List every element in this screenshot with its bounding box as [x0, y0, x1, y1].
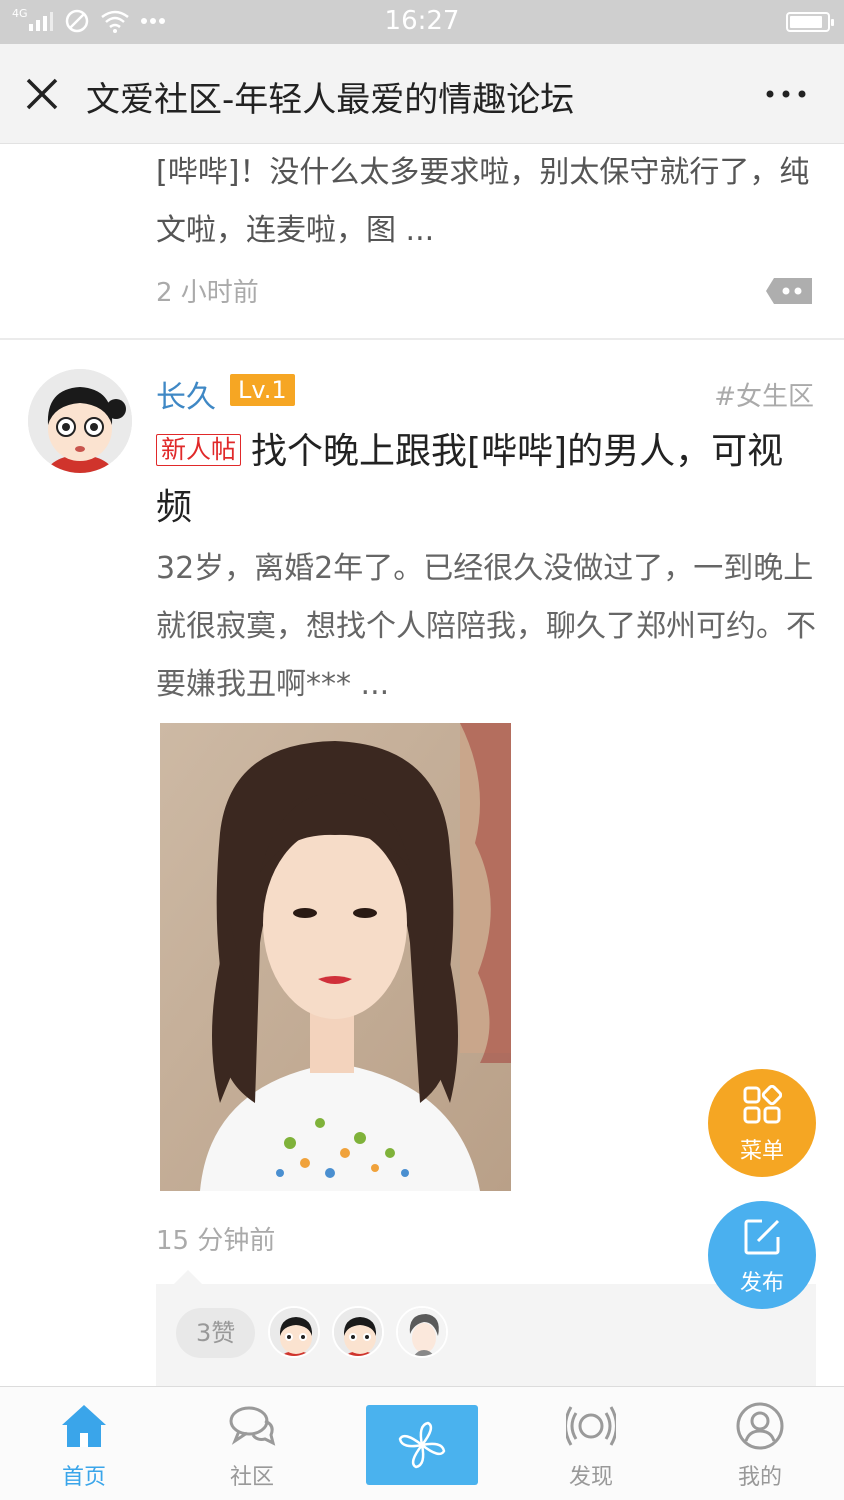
- post-title-text: 找个晚上跟我[哔哔]的男人，可视频: [156, 431, 784, 528]
- publish-label: 发布: [739, 1271, 784, 1296]
- liker-avatar[interactable]: [332, 1306, 384, 1358]
- new-post-badge: 新人帖: [156, 434, 242, 466]
- nav-bar: 文爱社区-年轻人最爱的情趣论坛: [0, 44, 844, 144]
- pinwheel-icon: [398, 1421, 446, 1469]
- forum-tag[interactable]: #女生区: [714, 376, 814, 413]
- tab-center-action[interactable]: [366, 1405, 478, 1485]
- status-time: 16:27: [384, 6, 460, 36]
- liker-avatar[interactable]: [396, 1306, 448, 1358]
- post-excerpt[interactable]: 32岁，离婚2年了。已经很久没做过了，一到晚上就很寂寞，想找个人陪陪我，聊久了郑…: [156, 540, 816, 714]
- post-divider: [0, 338, 844, 340]
- battery-icon: [786, 12, 834, 32]
- bottom-tab-bar: 首页 社区 发现 我的: [0, 1386, 844, 1500]
- tab-label: 首页: [61, 1465, 106, 1490]
- likes-pointer: [174, 1270, 202, 1284]
- cartoon-avatar-icon: [270, 1308, 318, 1356]
- battery-level: [790, 16, 823, 28]
- liker-avatar[interactable]: [268, 1306, 320, 1358]
- menu-label: 菜单: [739, 1139, 784, 1164]
- avatar[interactable]: [28, 369, 132, 473]
- tab-label: 社区: [229, 1465, 274, 1490]
- tab-label: 我的: [737, 1465, 782, 1490]
- tab-label: 发现: [568, 1465, 613, 1490]
- post-title[interactable]: 新人帖 找个晚上跟我[哔哔]的男人，可视频: [156, 424, 816, 536]
- profile-icon: [736, 1402, 784, 1450]
- level-badge: Lv.1: [230, 374, 295, 406]
- more-options-icon[interactable]: [764, 82, 808, 106]
- grid-menu-icon: [743, 1085, 782, 1124]
- publish-button[interactable]: 发布: [708, 1201, 816, 1309]
- cartoon-avatar-icon: [28, 369, 132, 473]
- previous-post-time: 2 小时前: [156, 278, 259, 308]
- username[interactable]: 长久: [156, 372, 216, 416]
- comment-icon[interactable]: [764, 276, 814, 306]
- home-icon: [62, 1405, 106, 1447]
- edit-icon: [744, 1219, 780, 1255]
- page-title: 文爱社区-年轻人最爱的情趣论坛: [86, 80, 575, 120]
- post-feed[interactable]: [哔哔]！没什么太多要求啦，别太保守就行了，纯文啦，连麦啦，图 ... 2 小时…: [0, 144, 844, 1386]
- menu-button[interactable]: 菜单: [708, 1069, 816, 1177]
- previous-post-excerpt[interactable]: [哔哔]！没什么太多要求啦，别太保守就行了，纯文啦，连麦啦，图 ...: [156, 144, 816, 260]
- tab-community[interactable]: 社区: [168, 1387, 336, 1500]
- status-bar: 4G 16:27: [0, 0, 844, 44]
- tab-home[interactable]: 首页: [0, 1387, 168, 1500]
- broadcast-icon: [566, 1406, 616, 1446]
- tab-discover[interactable]: 发现: [507, 1387, 675, 1500]
- tab-profile[interactable]: 我的: [676, 1387, 844, 1500]
- portrait-photo: [160, 723, 511, 1191]
- post-image[interactable]: [160, 723, 511, 1191]
- chat-icon: [229, 1406, 276, 1446]
- cartoon-avatar-icon: [334, 1308, 382, 1356]
- anime-avatar-icon: [398, 1308, 446, 1356]
- likes-panel: 3赞: [156, 1284, 816, 1386]
- close-icon[interactable]: [20, 72, 64, 116]
- post-time: 15 分钟前: [156, 1226, 276, 1256]
- like-count[interactable]: 3赞: [176, 1308, 256, 1358]
